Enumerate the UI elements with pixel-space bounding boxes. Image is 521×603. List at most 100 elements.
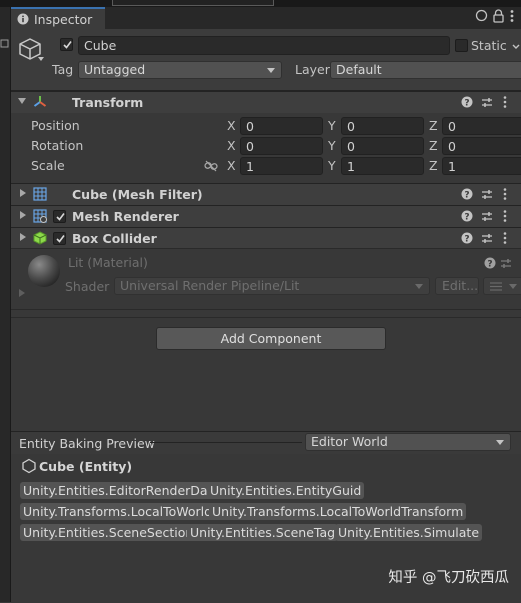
chevron-down-icon [496,440,504,445]
section-divider [11,317,521,318]
component-header-icons: ? [461,95,521,111]
chevron-down-icon [415,284,423,289]
presets-icon [482,98,492,107]
component-chip: Unity.Entities.Simulate [335,524,483,541]
transform-title: Transform [72,95,144,110]
rotation-y-field[interactable]: 0 [341,137,424,155]
rotation-y-axis: Y [328,138,336,153]
list-icon [490,282,502,291]
info-icon [17,13,29,25]
component-chip: Unity.Entities.SceneTag [187,524,339,541]
kebab-menu-icon[interactable] [510,9,521,23]
position-z-field[interactable]: 0 [442,117,521,135]
left-panel-icon [0,37,10,48]
mesh-renderer-icon [33,209,47,223]
component-chip: Unity.Transforms.LocalToWorld [20,503,216,520]
scale-y-field[interactable]: 1 [341,157,424,175]
svg-text:?: ? [464,191,469,201]
scale-x-axis: X [227,158,236,173]
static-label: Static [471,38,507,53]
component-chip: Unity.Entities.SceneSection [20,524,197,541]
tag-dropdown[interactable]: Untagged [78,61,282,79]
mesh-filter-header[interactable]: Cube (Mesh Filter) ? [11,183,521,205]
mesh-filter-title: Cube (Mesh Filter) [72,187,203,202]
box-collider-enabled-checkbox[interactable] [53,232,66,245]
presets-icon [482,190,492,199]
mesh-renderer-header[interactable]: Mesh Renderer ? [11,205,521,227]
shader-options-button[interactable] [483,277,521,295]
help-icon: ? [484,257,496,270]
position-y-axis: Y [328,118,336,133]
help-icon: ? [461,232,473,245]
mesh-filter-icon [33,187,47,201]
active-checkbox[interactable] [60,38,73,51]
position-z-axis: Z [429,118,438,133]
material-title: Lit (Material) [68,255,148,270]
entity-baking-title: Entity Baking Preview [19,436,155,451]
layer-label: Layer [295,62,330,77]
toolbar-edge [112,0,274,6]
material-foldout-icon[interactable] [19,289,25,297]
shader-label: Shader [65,279,110,294]
link-scale-icon[interactable] [204,160,218,172]
debug-toggle-icon[interactable] [475,9,489,23]
foldout-arrow-icon[interactable] [20,211,26,219]
rotation-x-field[interactable]: 0 [240,137,323,155]
component-header-icons: ? [461,209,521,225]
lock-icon[interactable] [492,9,506,23]
shader-edit-button[interactable]: Edit... [435,277,479,295]
rotation-z-field[interactable]: 0 [442,137,521,155]
component-chip: Unity.Entities.EditorRenderData [20,482,224,499]
help-icon: ? [461,188,473,201]
component-chip: Unity.Transforms.LocalToWorldTransform [209,503,467,520]
chevron-down-icon [509,284,517,289]
tag-dropdown-value: Untagged [84,62,146,77]
component-menu-icon [503,188,507,200]
component-menu-icon [503,210,507,222]
tab-label: Inspector [34,12,93,27]
presets-icon [501,259,511,268]
position-x-axis: X [227,118,236,133]
svg-text:?: ? [464,213,469,223]
foldout-arrow-icon[interactable] [20,233,26,241]
position-label: Position [31,118,80,133]
mesh-renderer-enabled-checkbox[interactable] [53,210,66,223]
component-header-icons: ? [461,231,521,247]
layer-dropdown[interactable]: Default [330,61,521,79]
position-y-field[interactable]: 0 [341,117,424,135]
foldout-arrow-icon[interactable] [18,98,26,104]
header-separator [150,442,302,443]
tag-label: Tag [52,62,74,77]
static-dropdown-icon[interactable] [511,40,521,52]
material-header-icons: ? [484,256,521,270]
scale-z-field[interactable]: 1 [442,157,521,175]
add-component-button[interactable]: Add Component [156,327,386,350]
shader-dropdown-value: Universal Render Pipeline/Lit [120,278,300,293]
icon-dropdown-arrow[interactable] [38,57,44,61]
component-header-icons: ? [461,187,521,203]
shader-dropdown[interactable]: Universal Render Pipeline/Lit [114,277,430,295]
transform-header[interactable]: Transform ? [11,91,521,113]
presets-icon [482,234,492,243]
box-collider-header[interactable]: Box Collider ? [11,227,521,249]
scale-x-field[interactable]: 1 [240,157,323,175]
world-dropdown[interactable]: Editor World [305,433,511,451]
position-x-field[interactable]: 0 [240,117,323,135]
material-preview-sphere [27,254,61,288]
section-divider [11,309,521,310]
help-icon: ? [461,210,473,223]
tab-inspector[interactable]: Inspector [11,7,105,29]
mesh-renderer-title: Mesh Renderer [72,209,179,224]
component-menu-icon [503,232,507,244]
box-collider-title: Box Collider [72,231,157,246]
foldout-arrow-icon[interactable] [20,189,26,197]
static-checkbox[interactable] [455,39,468,52]
world-dropdown-value: Editor World [311,434,388,449]
chevron-down-icon [267,68,275,73]
scale-y-axis: Y [328,158,336,173]
transform-axes-icon [33,95,47,109]
object-name-input[interactable]: Cube [78,36,450,55]
scale-z-axis: Z [429,158,438,173]
component-chip: Unity.Entities.EntityGuid [207,482,365,499]
rotation-z-axis: Z [429,138,438,153]
